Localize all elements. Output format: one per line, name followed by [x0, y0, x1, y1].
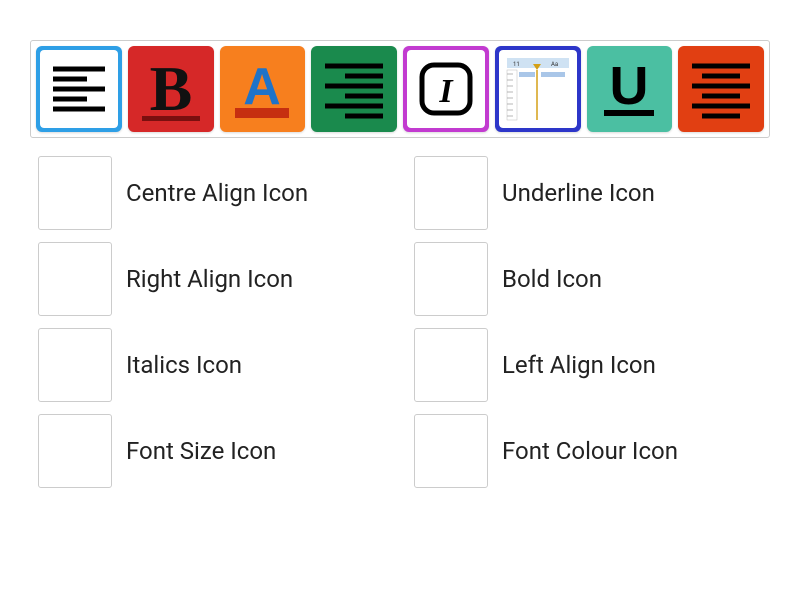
answer-row: Italics Icon: [38, 328, 394, 402]
font-size-tile[interactable]: 11 Aa: [495, 46, 581, 132]
answer-row: Left Align Icon: [414, 328, 770, 402]
right-align-icon: [315, 50, 393, 128]
underline-icon: U: [590, 50, 668, 128]
answer-label: Font Size Icon: [126, 437, 276, 465]
bold-icon: B: [132, 50, 210, 128]
answer-row: Font Colour Icon: [414, 414, 770, 488]
drop-slot-centre-align[interactable]: [38, 156, 112, 230]
svg-text:A: A: [244, 58, 282, 116]
italics-tile[interactable]: I: [403, 46, 489, 132]
left-align-icon: [47, 57, 111, 121]
svg-text:Aa: Aa: [551, 61, 558, 68]
font-colour-tile[interactable]: A: [220, 46, 306, 132]
answer-label: Right Align Icon: [126, 265, 293, 293]
svg-text:11: 11: [513, 61, 520, 68]
left-align-tile[interactable]: [36, 46, 122, 132]
bold-tile[interactable]: B: [128, 46, 214, 132]
answer-row: Centre Align Icon: [38, 156, 394, 230]
underline-tile[interactable]: U: [587, 46, 673, 132]
drop-slot-right-align[interactable]: [38, 242, 112, 316]
answer-label: Underline Icon: [502, 179, 655, 207]
drop-slot-italics[interactable]: [38, 328, 112, 402]
icon-tray: B A I: [30, 40, 770, 138]
centre-align-tile[interactable]: [678, 46, 764, 132]
drop-slot-font-size[interactable]: [38, 414, 112, 488]
answer-label: Font Colour Icon: [502, 437, 678, 465]
answer-row: Underline Icon: [414, 156, 770, 230]
drop-slot-font-colour[interactable]: [414, 414, 488, 488]
drop-slot-bold[interactable]: [414, 242, 488, 316]
answer-row: Font Size Icon: [38, 414, 394, 488]
answer-label: Centre Align Icon: [126, 179, 308, 207]
answer-row: Right Align Icon: [38, 242, 394, 316]
svg-text:B: B: [149, 53, 192, 124]
answer-label: Left Align Icon: [502, 351, 656, 379]
answers-grid: Centre Align Icon Underline Icon Right A…: [30, 156, 770, 488]
font-size-icon: 11 Aa: [503, 54, 573, 124]
drop-slot-underline[interactable]: [414, 156, 488, 230]
right-align-tile[interactable]: [311, 46, 397, 132]
answer-row: Bold Icon: [414, 242, 770, 316]
svg-text:I: I: [438, 73, 454, 110]
answer-label: Bold Icon: [502, 265, 602, 293]
answer-label: Italics Icon: [126, 351, 242, 379]
italics-icon: I: [414, 57, 478, 121]
centre-align-icon: [682, 50, 760, 128]
svg-text:U: U: [610, 56, 649, 116]
font-colour-icon: A: [223, 50, 301, 128]
drop-slot-left-align[interactable]: [414, 328, 488, 402]
